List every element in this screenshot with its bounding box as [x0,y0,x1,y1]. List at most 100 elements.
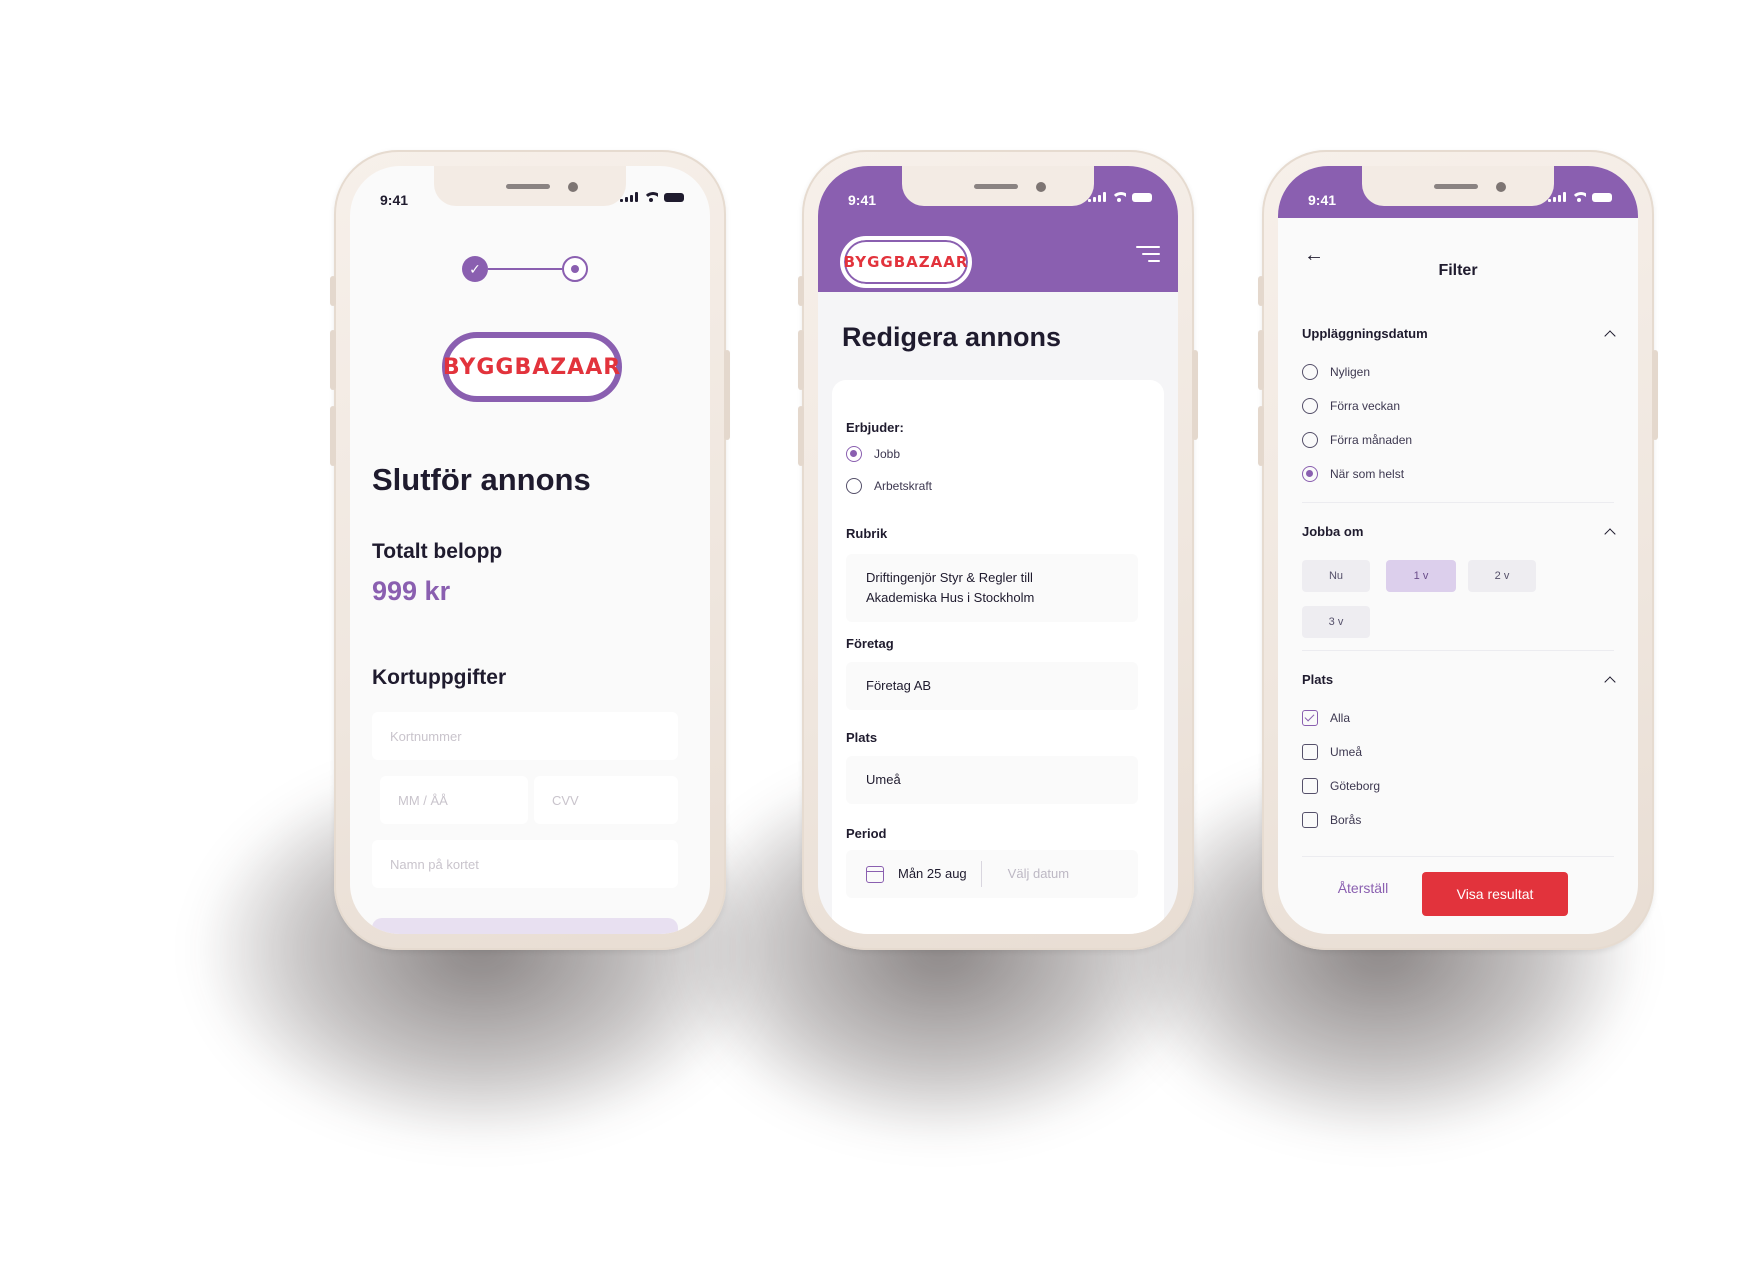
radio-unselected [1302,398,1318,414]
radio-unselected [1302,432,1318,448]
radio-unselected [846,478,862,494]
status-icons [620,192,684,202]
cvv-field[interactable]: CVV [534,776,678,824]
date-option-nyligen[interactable]: Nyligen [1302,364,1370,380]
place-option-boras[interactable]: Borås [1302,812,1361,828]
rubrik-input[interactable]: Driftingenjör Styr & Regler till Akademi… [846,554,1138,622]
brand-logo[interactable]: BYGGBAZAAR [840,236,972,288]
side-button [330,330,336,390]
side-button [1258,330,1264,390]
check-icon: ✓ [469,261,481,277]
offer-option-jobb[interactable]: Jobb [846,446,900,462]
checkbox-unchecked [1302,812,1318,828]
status-icons [1088,192,1152,202]
place-option-alla[interactable]: Alla [1302,710,1350,726]
offer-label: Jobb [874,447,901,461]
card-number-field[interactable]: Kortnummer [372,712,678,760]
place-section-title: Plats [1302,672,1334,687]
date-option-forra-manaden[interactable]: Förra månaden [1302,432,1412,448]
pay-button[interactable] [372,918,678,934]
offers-label: Erbjuder: [846,420,904,435]
chip-3v[interactable]: 3 v [1302,606,1370,638]
step-connector [488,268,562,270]
logo-text: BYGGBAZAAR [442,354,622,380]
date-section-title: Uppläggningsdatum [1302,326,1428,341]
status-time: 9:41 [848,192,877,208]
menu-icon[interactable] [1136,246,1160,262]
side-button [798,406,804,466]
side-button [798,330,804,390]
place-label: Plats [846,730,878,745]
place-option-goteborg[interactable]: Göteborg [1302,778,1380,794]
period-label: Period [846,826,887,841]
offer-label: Arbetskraft [874,479,933,493]
screen: 9:41 ✓ BYGGBAZAAR Slutför annons Totalt … [350,166,710,934]
expiry-placeholder: MM / ÅÅ [398,792,448,808]
side-button [1192,350,1198,440]
card-name-placeholder: Namn på kortet [390,856,479,872]
date-option-label: När som helst [1330,467,1405,481]
notch [1362,166,1554,206]
step-complete: ✓ [462,256,488,282]
place-option-label: Alla [1330,711,1351,725]
side-button [798,276,804,306]
status-time: 9:41 [380,192,409,208]
wifi-icon [644,192,658,202]
radio-selected [846,446,862,462]
side-button [1652,350,1658,440]
total-value: 999 kr [372,576,451,606]
rubrik-label: Rubrik [846,526,888,541]
side-button [330,276,336,306]
side-button [1258,406,1264,466]
radio-unselected [1302,364,1318,380]
card-section-title: Kortuppgifter [372,666,507,689]
chip-2v[interactable]: 2 v [1468,560,1536,592]
checkbox-checked [1302,710,1318,726]
chip-nu[interactable]: Nu [1302,560,1370,592]
wifi-icon [1572,192,1586,202]
place-option-umea[interactable]: Umeå [1302,744,1362,760]
offer-option-arbetskraft[interactable]: Arbetskraft [846,478,932,494]
company-value: Företag AB [866,678,932,693]
date-option-label: Nyligen [1330,365,1371,379]
checkbox-unchecked [1302,778,1318,794]
reset-button[interactable]: Återställ [1308,868,1418,908]
battery-icon [1592,192,1612,202]
work-section-title: Jobba om [1302,524,1364,539]
status-time: 9:41 [1308,192,1337,208]
company-input[interactable]: Företag AB [846,662,1138,710]
phone-edit-ad: 9:41 BYGGBAZAAR Redigera annons Erbjuder… [798,150,1198,950]
divider [1302,502,1614,503]
signal-icon [620,192,638,202]
chevron-up-icon[interactable] [1604,528,1616,540]
place-option-label: Borås [1330,813,1362,827]
signal-icon [1548,192,1566,202]
chip-1v[interactable]: 1 v [1386,560,1456,592]
card-number-placeholder: Kortnummer [390,728,462,744]
checkbox-unchecked [1302,744,1318,760]
cvv-placeholder: CVV [552,792,579,808]
notch [434,166,626,206]
place-input[interactable]: Umeå [846,756,1138,804]
place-option-label: Göteborg [1330,779,1381,793]
show-results-button[interactable]: Visa resultat [1422,872,1568,916]
chevron-up-icon[interactable] [1604,330,1616,342]
logo-text: BYGGBAZAAR [843,253,969,271]
status-icons [1548,192,1612,202]
period-input[interactable]: Mån 25 aug Välj datum [846,850,1138,898]
step-current [562,256,588,282]
company-label: Företag [846,636,894,651]
chevron-up-icon[interactable] [1604,676,1616,688]
page-title: Slutför annons [372,462,591,497]
divider [1302,650,1614,651]
card-name-field[interactable]: Namn på kortet [372,840,678,888]
date-option-forra-veckan[interactable]: Förra veckan [1302,398,1400,414]
date-option-label: Förra månaden [1330,433,1413,447]
expiry-field[interactable]: MM / ÅÅ [380,776,528,824]
date-option-label: Förra veckan [1330,399,1401,413]
date-option-nar-som-helst[interactable]: När som helst [1302,466,1404,482]
period-start: Mån 25 aug [898,866,967,881]
period-end-placeholder: Välj datum [1007,866,1070,881]
phone-filter: 9:41 ← Filter Uppläggningsdatum Nyligen … [1258,150,1658,950]
radio-selected [1302,466,1318,482]
